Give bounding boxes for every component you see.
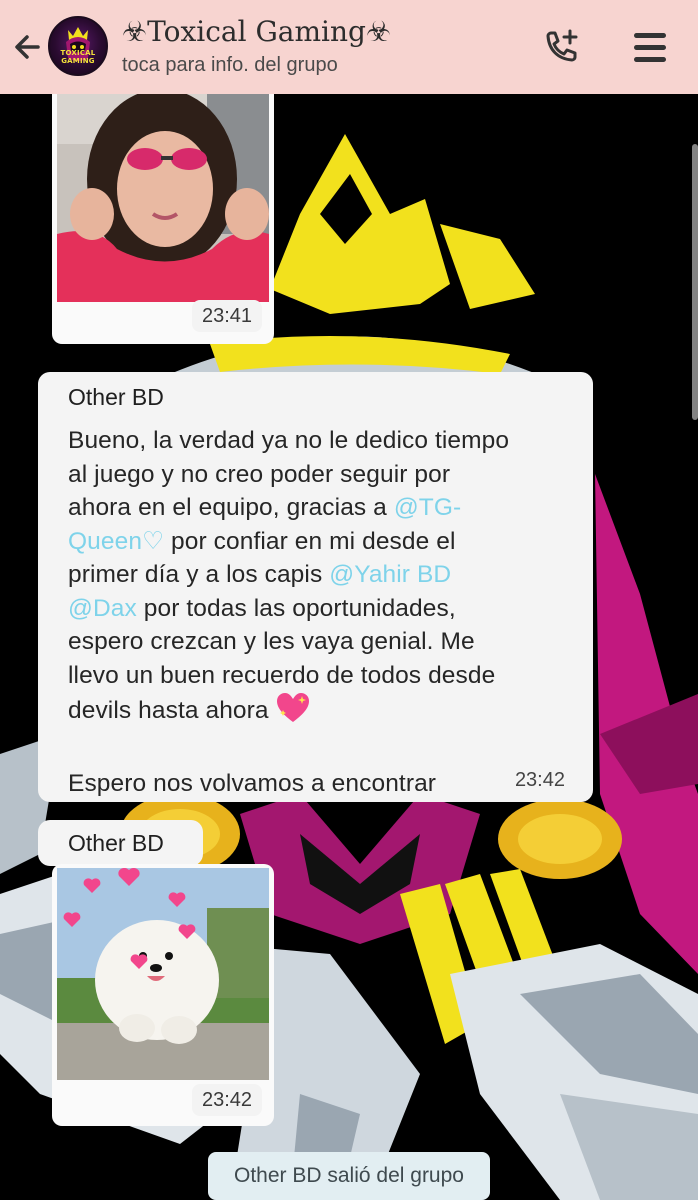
- toxical-logo-icon: [66, 27, 90, 61]
- message-time: 23:41: [192, 300, 263, 332]
- chat-area[interactable]: 23:41 Other BD Bueno, la verdad ya no le…: [0, 94, 698, 1200]
- group-title-block[interactable]: ☣Toxical Gaming☣ toca para info. del gru…: [122, 14, 522, 78]
- sparkling-heart-icon: [276, 692, 310, 734]
- system-message: Other BD salió del grupo: [208, 1152, 490, 1200]
- mention-tg-queen[interactable]: Queen♡: [68, 528, 164, 555]
- message-time: 23:42: [192, 1084, 263, 1116]
- chat-scrollbar[interactable]: [692, 144, 698, 420]
- add-call-icon[interactable]: [540, 28, 584, 68]
- group-title: ☣Toxical Gaming☣: [122, 15, 392, 48]
- back-arrow-icon[interactable]: [8, 27, 48, 67]
- avatar-logo-text: TOXICAL GAMING: [60, 49, 96, 65]
- image-message-2[interactable]: 23:42: [52, 864, 274, 1126]
- white-pomeranian-with-hearts-photo[interactable]: [57, 868, 269, 1080]
- girl-with-pink-sunglasses-photo[interactable]: [57, 94, 269, 302]
- mention-yahir-bd[interactable]: @Yahir BD: [329, 561, 451, 588]
- group-subtitle: toca para info. del grupo: [122, 54, 338, 76]
- message-time: 23:42: [514, 769, 565, 791]
- message-text-line: por todas las oportunidades,: [136, 594, 456, 622]
- image-message-1[interactable]: 23:41: [52, 94, 274, 344]
- mention-tg-queen[interactable]: @TG-: [394, 494, 461, 521]
- chat-header: TOXICAL GAMING ☣Toxical Gaming☣ toca par…: [0, 0, 698, 94]
- sender-name: Other BD: [68, 384, 164, 410]
- sender-name: Other BD: [38, 820, 203, 866]
- message-text-line: primer día y a los capis: [68, 561, 330, 588]
- mention-dax[interactable]: @Dax: [68, 595, 137, 622]
- message-text-line: devils hasta ahora: [68, 697, 276, 724]
- message-text-line: llevo un buen recuerdo de todos desde: [68, 661, 496, 689]
- menu-icon[interactable]: [630, 28, 670, 68]
- text-message-bubble[interactable]: Other BD Bueno, la verdad ya no le dedic…: [38, 372, 593, 802]
- message-text-line: por confiar en mi desde el: [164, 527, 456, 555]
- message-text-line: Espero nos volvamos a encontrar: [68, 770, 437, 797]
- message-text-line: ahora en el equipo, gracias a: [68, 494, 394, 521]
- message-text: Bueno, la verdad ya no le dedico tiempo …: [68, 424, 563, 801]
- group-avatar[interactable]: TOXICAL GAMING: [48, 16, 108, 76]
- message-text-line: al juego y no creo poder seguir por: [68, 460, 451, 488]
- message-text-line: Bueno, la verdad ya no le dedico tiempo: [68, 427, 510, 454]
- message-text-line: espero crezcan y les vaya genial. Me: [68, 628, 475, 655]
